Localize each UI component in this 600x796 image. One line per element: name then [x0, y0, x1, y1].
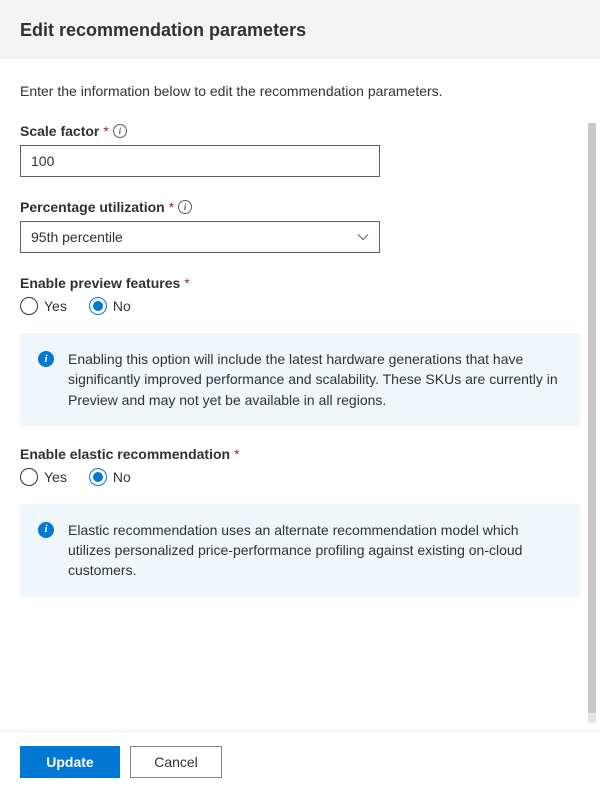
info-icon[interactable]: i [178, 200, 192, 214]
enable-elastic-radios: Yes No [20, 468, 580, 486]
panel-content: Enter the information below to edit the … [0, 59, 600, 723]
required-indicator: * [169, 199, 174, 215]
radio-icon [20, 297, 38, 315]
enable-preview-yes[interactable]: Yes [20, 297, 67, 315]
enable-elastic-label: Enable elastic recommendation * [20, 446, 580, 462]
percentage-utilization-label: Percentage utilization * i [20, 199, 580, 215]
panel-title: Edit recommendation parameters [20, 20, 306, 40]
field-enable-elastic: Enable elastic recommendation * Yes No [20, 446, 580, 486]
enable-preview-radios: Yes No [20, 297, 580, 315]
info-icon[interactable]: i [113, 124, 127, 138]
enable-preview-label: Enable preview features * [20, 275, 580, 291]
chevron-down-icon [357, 233, 369, 241]
panel-footer: Update Cancel [0, 731, 600, 796]
field-scale-factor: Scale factor * i [20, 123, 580, 177]
enable-elastic-yes[interactable]: Yes [20, 468, 67, 486]
field-enable-preview: Enable preview features * Yes No [20, 275, 580, 315]
elastic-info-panel: i Elastic recommendation uses an alterna… [20, 504, 580, 597]
required-indicator: * [184, 275, 189, 291]
required-indicator: * [234, 446, 239, 462]
panel-header: Edit recommendation parameters [0, 0, 600, 59]
field-percentage-utilization: Percentage utilization * i 95th percenti… [20, 199, 580, 253]
radio-icon [89, 297, 107, 315]
info-icon: i [38, 522, 54, 538]
intro-text: Enter the information below to edit the … [20, 83, 580, 99]
enable-preview-no[interactable]: No [89, 297, 131, 315]
radio-icon [20, 468, 38, 486]
update-button[interactable]: Update [20, 746, 120, 778]
scale-factor-label: Scale factor * i [20, 123, 580, 139]
enable-elastic-no[interactable]: No [89, 468, 131, 486]
preview-info-panel: i Enabling this option will include the … [20, 333, 580, 426]
scale-factor-input[interactable] [20, 145, 380, 177]
percentage-utilization-select[interactable]: 95th percentile [20, 221, 380, 253]
required-indicator: * [103, 123, 108, 139]
info-icon: i [38, 351, 54, 367]
radio-icon [89, 468, 107, 486]
elastic-info-text: Elastic recommendation uses an alternate… [68, 520, 562, 581]
cancel-button[interactable]: Cancel [130, 746, 222, 778]
scrollbar-thumb[interactable] [588, 123, 596, 713]
preview-info-text: Enabling this option will include the la… [68, 349, 562, 410]
